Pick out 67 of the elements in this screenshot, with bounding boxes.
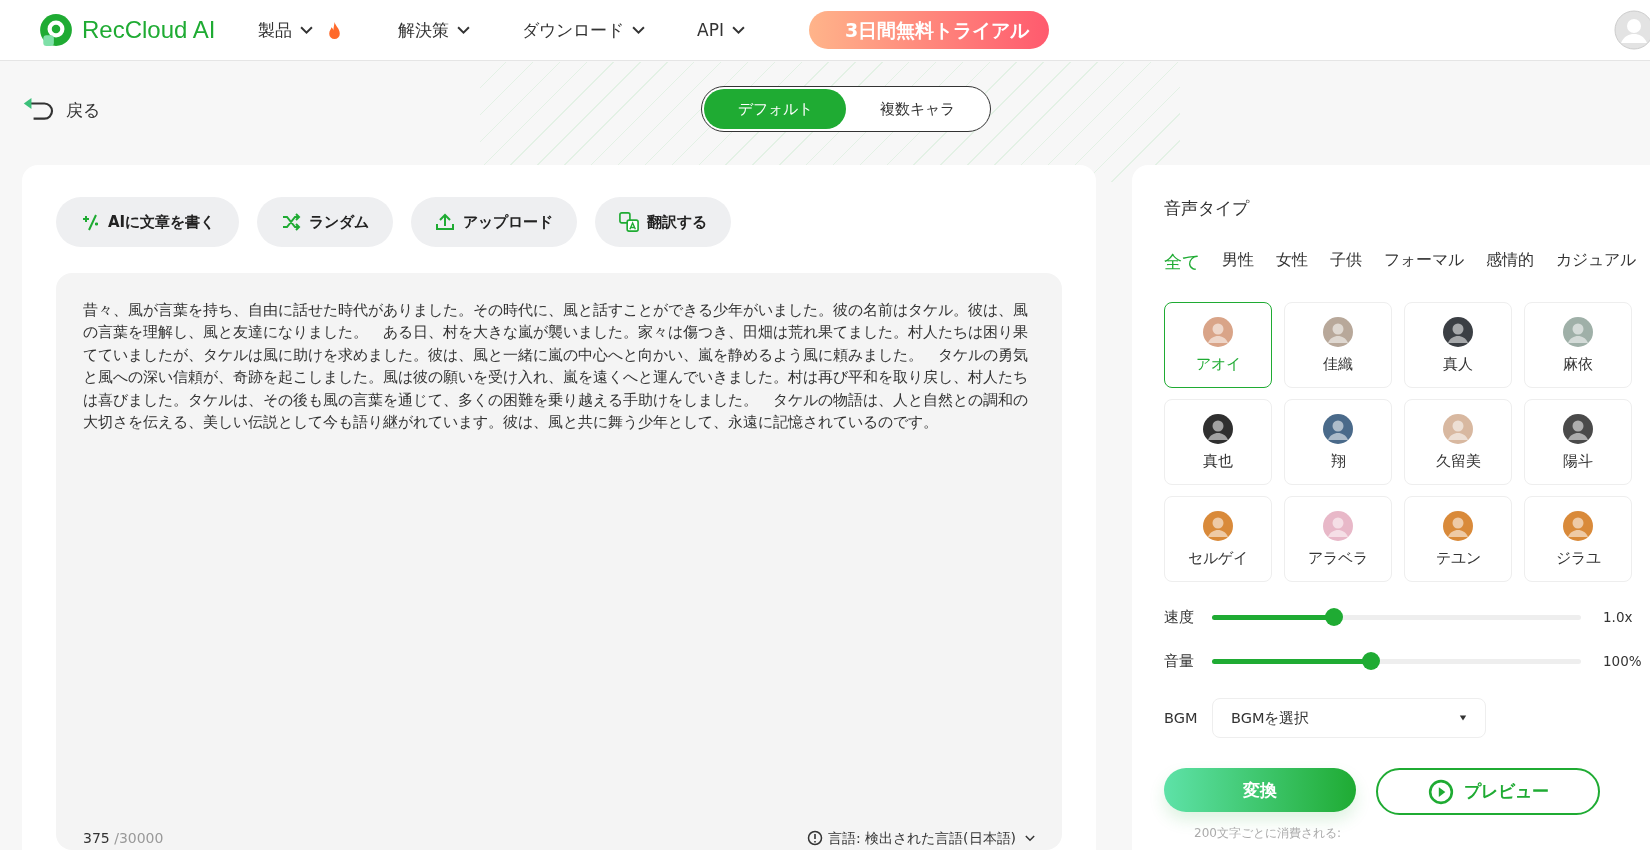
voice-name: ジラユ <box>1555 548 1601 568</box>
tool-button[interactable]: AIに文章を書く <box>56 197 240 247</box>
voice-name: テユン <box>1435 548 1481 568</box>
back-arrow-icon <box>22 97 56 123</box>
voice-card[interactable]: 陽斗 <box>1524 399 1632 485</box>
voice-name: セルゲイ <box>1188 548 1248 568</box>
nav-menu-item[interactable]: ダウンロード <box>522 18 645 42</box>
voice-card[interactable]: 佳織 <box>1284 302 1392 388</box>
filter-tab[interactable]: 女性 <box>1276 250 1308 274</box>
slider-value: 100% <box>1603 653 1642 669</box>
filter-tab[interactable]: カジュアル <box>1556 250 1636 274</box>
translate-icon <box>619 212 640 232</box>
bgm-label: BGM <box>1164 710 1199 726</box>
voice-name: アオイ <box>1195 354 1241 374</box>
back-link[interactable]: 戻る <box>22 97 100 123</box>
info-icon <box>806 830 823 846</box>
voice-name: アラベラ <box>1308 548 1368 568</box>
voice-card[interactable]: 真也 <box>1164 399 1272 485</box>
chevron-down-icon <box>731 25 745 35</box>
mode-tab[interactable]: 複数キャラ <box>846 89 988 129</box>
voice-card[interactable]: 麻依 <box>1524 302 1632 388</box>
filter-tab[interactable]: 感情的 <box>1486 250 1534 274</box>
nav-menu-item[interactable]: 解決策 <box>398 18 470 42</box>
filter-tab[interactable]: 男性 <box>1222 250 1254 274</box>
chevron-down-icon <box>300 25 313 35</box>
slider[interactable] <box>1212 652 1581 670</box>
voice-card[interactable]: アラベラ <box>1284 496 1392 582</box>
tool-button[interactable]: ランダム <box>257 197 394 247</box>
slider[interactable] <box>1212 608 1581 626</box>
magic-wand-icon <box>80 212 100 232</box>
nav-menu-item[interactable]: API <box>697 18 745 42</box>
filter-tab[interactable]: 子供 <box>1330 250 1362 274</box>
tool-button[interactable]: 翻訳する <box>595 197 732 247</box>
play-icon <box>1427 778 1454 805</box>
voice-name: 久留美 <box>1435 451 1481 471</box>
voice-name: 翔 <box>1330 451 1346 471</box>
slider-value: 1.0x <box>1603 609 1633 625</box>
voice-card[interactable]: 真人 <box>1404 302 1512 388</box>
voice-card[interactable]: 久留美 <box>1404 399 1512 485</box>
logo-icon <box>38 12 74 48</box>
voice-card[interactable]: ジラユ <box>1524 496 1632 582</box>
panel-title: 音声タイプ <box>1164 197 1251 220</box>
story-text: 昔々、風が言葉を持ち、自由に話せた時代がありました。その時代に、風と話すことができる少年がいました。彼の名前はタケル。彼は、風の言葉を理解し、風と友達になりました。 ある日、村を大きな嵐が襲いました。家々は傷つき、田畑は荒れ果てました。村人たちは困り果てていましたが、タケルは風に助けを求めました。彼は、風と一緒に嵐の中心へと向かい、嵐を静めるよう風に頼みました。 タケルの勇気と風への深い信頼が、奇跡を起こしました。風は彼の願いを受け入れ、嵐を遠くへと運んでいきました。村は再び平和を取り戻し、村人たちは喜びました。タケルは、その後も風の言葉を通じて、多くの困難を乗り越える手助けをしました。 タケルの物語は、人と自然との調和の大切さを伝える、美しい伝説として今も語り継がれています。彼は、風と共に舞う少年として、永遠に記憶されているのです。 <box>83 300 1029 434</box>
voice-name: 陽斗 <box>1563 451 1593 471</box>
usage-note: 200文字ごとに消費される: <box>1194 825 1342 842</box>
slider-label: 音量 <box>1164 651 1195 671</box>
chevron-down-icon <box>1025 834 1035 842</box>
bgm-dropdown[interactable]: BGMを選択 <box>1212 698 1486 738</box>
slider-label: 速度 <box>1164 607 1195 627</box>
character-count: 375 /30000 <box>83 829 164 847</box>
chevron-down-icon <box>632 25 645 35</box>
chevron-down-icon <box>457 25 470 35</box>
tool-button[interactable]: アップロード <box>411 197 578 247</box>
language-selector[interactable]: 言語: 検出された言語(日本語) <box>806 829 1035 847</box>
filter-tab[interactable]: フォーマル <box>1384 250 1464 274</box>
voice-name: 麻依 <box>1563 354 1593 374</box>
text-editor[interactable] <box>56 273 1062 850</box>
voice-name: 真人 <box>1443 354 1473 374</box>
voice-name: 佳織 <box>1323 354 1353 374</box>
upload-icon <box>435 212 456 232</box>
voice-card[interactable]: セルゲイ <box>1164 496 1272 582</box>
shuffle-icon <box>281 212 302 232</box>
dropdown-arrow-icon <box>1459 715 1467 721</box>
voice-card[interactable]: テユン <box>1404 496 1512 582</box>
voice-name: 真也 <box>1203 451 1233 471</box>
voice-card[interactable]: 翔 <box>1284 399 1392 485</box>
nav-menu-item[interactable]: 製品 <box>258 18 342 42</box>
